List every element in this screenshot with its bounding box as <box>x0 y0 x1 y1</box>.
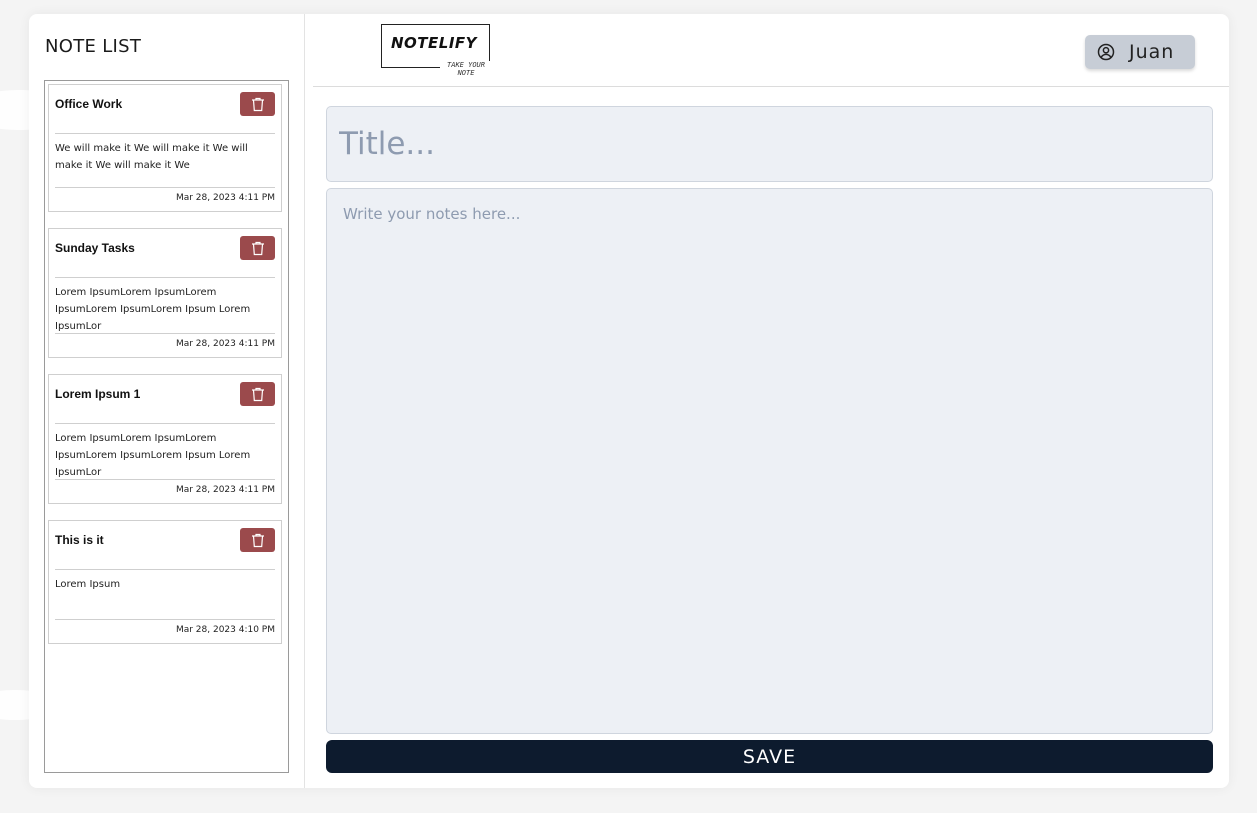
user-menu-button[interactable]: Juan <box>1085 35 1195 69</box>
delete-note-button[interactable] <box>240 382 275 406</box>
note-date: Mar 28, 2023 4:11 PM <box>175 339 275 349</box>
note-date: Mar 28, 2023 4:11 PM <box>175 485 275 495</box>
note-preview: Lorem Ipsum <box>55 570 275 620</box>
note-card[interactable]: Sunday Tasks Lorem IpsumLorem IpsumLorem… <box>48 228 282 358</box>
note-header: Lorem Ipsum 1 <box>55 375 275 424</box>
logo-text: NOTELIFY <box>391 34 478 52</box>
note-card[interactable]: Office Work We will make it We will make… <box>48 84 282 212</box>
trash-icon <box>251 533 264 547</box>
notes-textarea[interactable] <box>326 188 1213 734</box>
user-name: Juan <box>1129 41 1175 63</box>
main-panel: NOTELIFY TAKE YOUR NOTE Juan SAVE <box>305 14 1229 788</box>
note-header: Sunday Tasks <box>55 229 275 278</box>
note-preview: Lorem IpsumLorem IpsumLorem IpsumLorem I… <box>55 278 275 334</box>
logo-tagline: TAKE YOUR NOTE <box>440 61 492 77</box>
note-title: Lorem Ipsum 1 <box>55 387 141 401</box>
note-date: Mar 28, 2023 4:11 PM <box>175 193 275 203</box>
note-card[interactable]: Lorem Ipsum 1 Lorem IpsumLorem IpsumLore… <box>48 374 282 504</box>
user-circle-icon <box>1097 43 1115 61</box>
note-preview: We will make it We will make it We will … <box>55 134 275 188</box>
delete-note-button[interactable] <box>240 528 275 552</box>
note-card[interactable]: This is it Lorem Ipsum Mar 28, 2023 4:10… <box>48 520 282 644</box>
save-button[interactable]: SAVE <box>326 740 1213 773</box>
sidebar: NOTE LIST Office Work We will make it We… <box>29 14 305 788</box>
note-header: This is it <box>55 521 275 570</box>
note-date: Mar 28, 2023 4:10 PM <box>175 625 275 635</box>
note-title: Sunday Tasks <box>55 241 135 255</box>
sidebar-title: NOTE LIST <box>45 36 142 57</box>
trash-icon <box>251 387 264 401</box>
trash-icon <box>251 241 264 255</box>
note-preview: Lorem IpsumLorem IpsumLorem IpsumLorem I… <box>55 424 275 480</box>
note-list[interactable]: Office Work We will make it We will make… <box>44 80 289 773</box>
trash-icon <box>251 97 264 111</box>
note-header: Office Work <box>55 85 275 134</box>
app-window: NOTE LIST Office Work We will make it We… <box>29 14 1229 788</box>
note-title: This is it <box>55 533 104 547</box>
delete-note-button[interactable] <box>240 236 275 260</box>
delete-note-button[interactable] <box>240 92 275 116</box>
app-logo[interactable]: NOTELIFY TAKE YOUR NOTE <box>381 24 492 77</box>
title-input[interactable] <box>326 106 1213 182</box>
header: NOTELIFY TAKE YOUR NOTE Juan <box>313 14 1229 87</box>
note-title: Office Work <box>55 97 123 111</box>
